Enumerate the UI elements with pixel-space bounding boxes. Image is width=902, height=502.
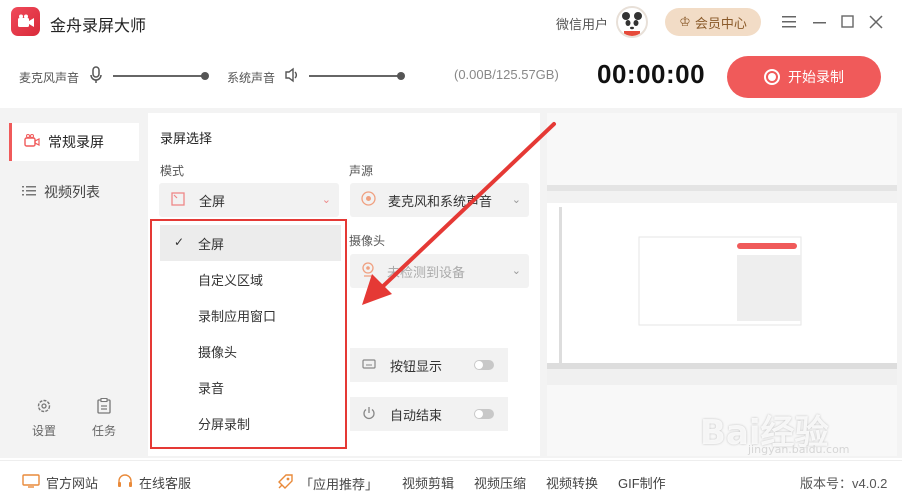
mode-dropdown-menu: ✓ 全屏 自定义区域 录制应用窗口 摄像头 录音 分屏录制 bbox=[150, 219, 347, 449]
app-recommend-link[interactable]: 「应用推荐」 bbox=[276, 473, 378, 494]
video-edit-link[interactable]: 视频剪辑 bbox=[402, 473, 454, 492]
option-label: 录制应用窗口 bbox=[198, 308, 277, 324]
option-label: 全屏 bbox=[198, 236, 225, 252]
monitor-icon bbox=[22, 474, 40, 491]
video-convert-link[interactable]: 视频转换 bbox=[546, 473, 598, 492]
mode-option-camera[interactable]: 摄像头 bbox=[160, 333, 341, 369]
gif-maker-link[interactable]: GIF制作 bbox=[618, 473, 666, 492]
checkmark-icon: ✓ bbox=[174, 235, 185, 249]
mode-option-fullscreen[interactable]: ✓ 全屏 bbox=[160, 225, 341, 261]
option-label: 自定义区域 bbox=[198, 272, 264, 288]
footer-bar: 官方网站 在线客服 「应用推荐」 视频剪辑 视频压缩 视频转换 GIF制作 版本… bbox=[0, 460, 902, 502]
mode-option-audio[interactable]: 录音 bbox=[160, 369, 341, 405]
headset-icon bbox=[117, 473, 133, 492]
mode-option-split-screen[interactable]: 分屏录制 bbox=[160, 405, 341, 441]
official-website-link[interactable]: 官方网站 bbox=[22, 473, 98, 492]
recommend-label: 「应用推荐」 bbox=[300, 477, 379, 492]
rocket-icon bbox=[276, 473, 294, 494]
watermark-url: jingyan.baidu.com bbox=[748, 443, 850, 456]
website-label: 官方网站 bbox=[46, 476, 99, 491]
mode-option-custom-region[interactable]: 自定义区域 bbox=[160, 261, 341, 297]
video-compress-link[interactable]: 视频压缩 bbox=[474, 473, 526, 492]
option-label: 录音 bbox=[198, 380, 225, 396]
version-label: 版本号：v4.0.2 bbox=[800, 476, 888, 491]
online-service-link[interactable]: 在线客服 bbox=[117, 473, 191, 492]
mode-options-list: ✓ 全屏 自定义区域 录制应用窗口 摄像头 录音 分屏录制 bbox=[160, 225, 341, 441]
option-label: 摄像头 bbox=[198, 344, 238, 360]
service-label: 在线客服 bbox=[139, 476, 192, 491]
mode-option-app-window[interactable]: 录制应用窗口 bbox=[160, 297, 341, 333]
option-label: 分屏录制 bbox=[198, 416, 251, 432]
